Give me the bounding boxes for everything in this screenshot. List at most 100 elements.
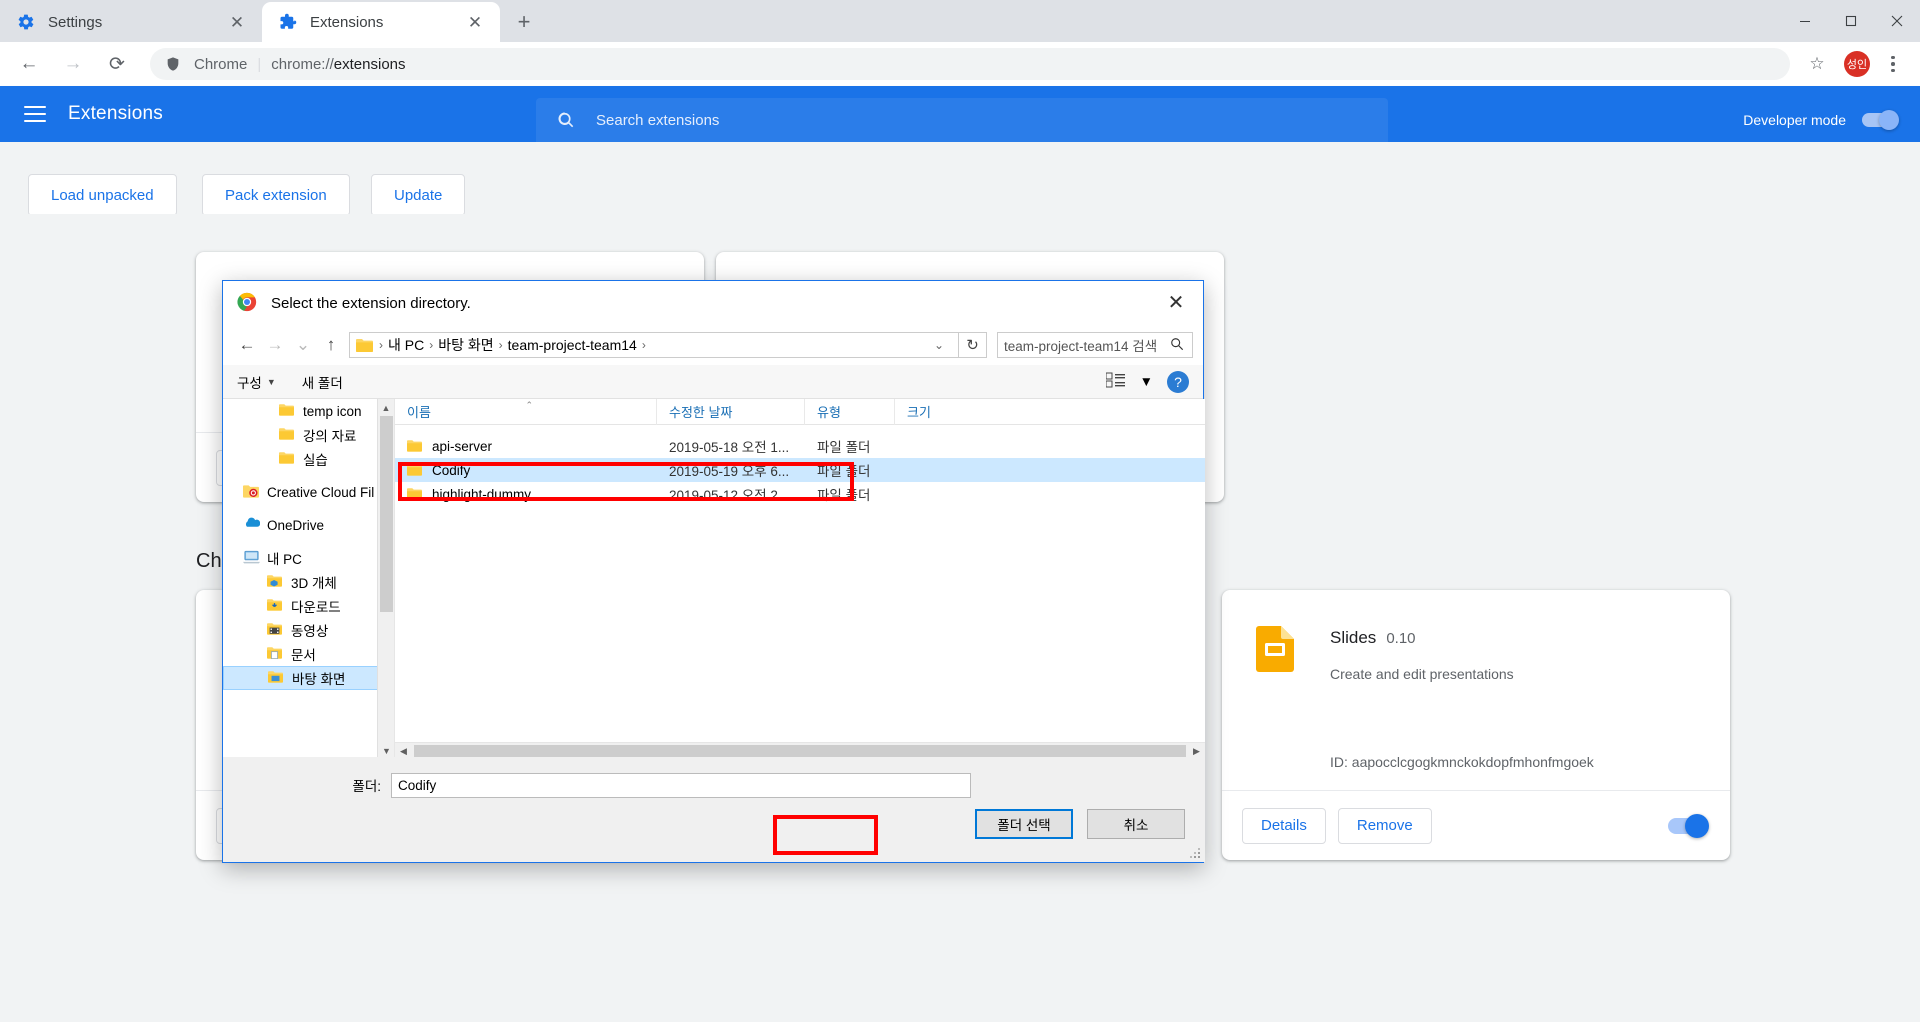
browser-menu-icon[interactable]	[1878, 48, 1908, 80]
organize-button[interactable]: 구성 ▼	[237, 372, 276, 392]
tree-item-label: 실습	[303, 453, 328, 468]
folder-icon	[279, 427, 296, 443]
tree-item-creative-cloud[interactable]: Creative Cloud Fil	[223, 480, 394, 504]
tab-extensions[interactable]: Extensions ✕	[262, 2, 500, 42]
avatar[interactable]: 성인	[1844, 51, 1870, 77]
developer-mode-control[interactable]: Developer mode	[1743, 98, 1899, 142]
select-folder-button[interactable]: 폴더 선택	[975, 809, 1073, 839]
extension-enabled-toggle[interactable]	[1668, 813, 1709, 838]
column-header-modified[interactable]: 수정한 날짜	[657, 398, 805, 425]
scroll-thumb[interactable]	[414, 744, 1186, 758]
tree-item-label: 내 PC	[267, 552, 302, 567]
file-name: Codify	[432, 462, 471, 478]
remove-button[interactable]: Remove	[1337, 807, 1432, 844]
view-mode-icon[interactable]	[1105, 372, 1126, 391]
view-dropdown-icon[interactable]: ▼	[1140, 374, 1153, 389]
close-icon[interactable]	[1874, 0, 1920, 42]
bookmark-star-icon[interactable]: ☆	[1802, 49, 1832, 79]
table-row[interactable]: api-server 2019-05-18 오전 1... 파일 폴더	[395, 434, 1205, 458]
file-list-header: ⌃ 이름 수정한 날짜 유형 크기	[395, 398, 1205, 425]
dialog-close-icon[interactable]: ✕	[1155, 285, 1197, 319]
hamburger-menu-icon[interactable]	[24, 106, 46, 122]
forward-icon[interactable]: →	[56, 47, 90, 81]
chevron-down-icon: ▼	[266, 376, 276, 387]
dialog-main: temp icon 강의 자료 실습 Creative Cloud Fil On…	[223, 398, 1205, 759]
tree-item-videos[interactable]: 동영상	[223, 618, 394, 642]
breadcrumb-item-2[interactable]: team-project-team14	[505, 337, 640, 353]
new-folder-button[interactable]: 새 폴더	[302, 372, 343, 392]
extension-name: Slides	[1330, 628, 1377, 647]
chrome-shield-icon	[164, 55, 182, 73]
table-row[interactable]: highlight-dummy 2019-05-12 오전 2... 파일 폴더	[395, 482, 1205, 506]
nav-forward-icon[interactable]: →	[261, 331, 289, 359]
dialog-search-input[interactable]: team-project-team14 검색	[997, 332, 1193, 358]
tree-item-desktop[interactable]: 바탕 화면	[223, 666, 394, 690]
tab-settings[interactable]: Settings ✕	[0, 2, 262, 42]
file-type: 파일 폴더	[817, 488, 871, 503]
tree-item-3d-objects[interactable]: 3D 개체	[223, 570, 394, 594]
pack-extension-button[interactable]: Pack extension	[202, 174, 350, 216]
tree-item-label: 문서	[291, 648, 316, 663]
tree-item-this-pc[interactable]: 내 PC	[223, 546, 394, 570]
sort-ascending-icon: ⌃	[525, 399, 534, 410]
tab-close-icon[interactable]: ✕	[464, 11, 486, 33]
refresh-icon[interactable]: ↻	[959, 332, 987, 358]
file-dialog: Select the extension directory. ✕ ← → ⌄ …	[222, 280, 1205, 863]
scroll-thumb[interactable]	[380, 416, 393, 612]
tree-item-temp-icon[interactable]: temp icon	[223, 399, 394, 423]
folder-video-icon	[267, 622, 284, 638]
dialog-resize-grip[interactable]	[1190, 847, 1202, 859]
folder-field-label: 폴더:	[352, 779, 381, 794]
scroll-up-icon[interactable]: ▲	[378, 399, 394, 416]
search-extensions-input[interactable]: Search extensions	[536, 98, 1388, 142]
tree-item-downloads[interactable]: 다운로드	[223, 594, 394, 618]
file-name: highlight-dummy	[432, 486, 532, 502]
tree-item-label: OneDrive	[267, 517, 325, 533]
folder-icon	[407, 439, 423, 454]
tab-close-icon[interactable]: ✕	[226, 11, 248, 33]
tree-item-onedrive[interactable]: OneDrive	[223, 513, 394, 537]
dialog-nav-tree[interactable]: temp icon 강의 자료 실습 Creative Cloud Fil On…	[223, 399, 395, 759]
dialog-search-placeholder: team-project-team14 검색	[1004, 339, 1158, 354]
tree-item-label: 바탕 화면	[292, 672, 346, 687]
nav-history-icon[interactable]: ⌄	[289, 331, 317, 359]
breadcrumb[interactable]: › 내 PC › 바탕 화면 › team-project-team14 › ⌄	[349, 332, 959, 358]
file-list[interactable]: ⌃ 이름 수정한 날짜 유형 크기 api-server 2019-05-18 …	[395, 398, 1205, 759]
new-tab-button[interactable]: +	[506, 4, 542, 40]
nav-back-icon[interactable]: ←	[233, 331, 261, 359]
nav-up-icon[interactable]: ↑	[317, 331, 345, 359]
breadcrumb-item-1[interactable]: 바탕 화면	[435, 335, 496, 355]
folder-name-input[interactable]: Codify	[391, 772, 971, 798]
gear-icon	[16, 12, 36, 32]
folder-icon	[356, 338, 373, 352]
breadcrumb-item-0[interactable]: 내 PC	[385, 335, 427, 355]
maximize-icon[interactable]	[1828, 0, 1874, 42]
column-header-type[interactable]: 유형	[805, 398, 895, 425]
organize-label: 구성	[237, 375, 262, 391]
column-header-size[interactable]: 크기	[895, 399, 985, 425]
update-button[interactable]: Update	[371, 174, 466, 216]
omnibox-scheme-label: Chrome	[194, 55, 248, 73]
tree-item-practice[interactable]: 실습	[223, 447, 394, 471]
tree-item-lecture-materials[interactable]: 강의 자료	[223, 423, 394, 447]
minimize-icon[interactable]	[1782, 0, 1828, 42]
help-icon[interactable]: ?	[1167, 370, 1189, 393]
folder-icon	[407, 463, 423, 478]
table-row[interactable]: Codify 2019-05-19 오후 6... 파일 폴더	[395, 458, 1205, 482]
details-button[interactable]: Details	[1242, 807, 1326, 844]
omnibox[interactable]: Chrome | chrome://extensions	[150, 48, 1790, 80]
dialog-title-bar: Select the extension directory. ✕	[223, 281, 1203, 325]
tree-vertical-scrollbar[interactable]: ▲ ▼	[377, 399, 394, 759]
file-type: 파일 폴더	[817, 440, 871, 455]
load-unpacked-button[interactable]: Load unpacked	[28, 174, 177, 216]
reload-icon[interactable]: ⟳	[100, 47, 134, 81]
breadcrumb-dropdown-icon[interactable]: ⌄	[926, 338, 952, 352]
column-header-name[interactable]: ⌃ 이름	[395, 398, 657, 425]
tree-item-documents[interactable]: 문서	[223, 642, 394, 666]
cancel-button[interactable]: 취소	[1087, 809, 1185, 839]
file-list-rows: api-server 2019-05-18 오전 1... 파일 폴더 Codi…	[395, 425, 1205, 506]
page-title: Extensions	[68, 103, 163, 124]
developer-mode-toggle[interactable]	[1862, 110, 1899, 130]
back-icon[interactable]: ←	[12, 47, 46, 81]
tree-item-label: 다운로드	[291, 600, 341, 615]
